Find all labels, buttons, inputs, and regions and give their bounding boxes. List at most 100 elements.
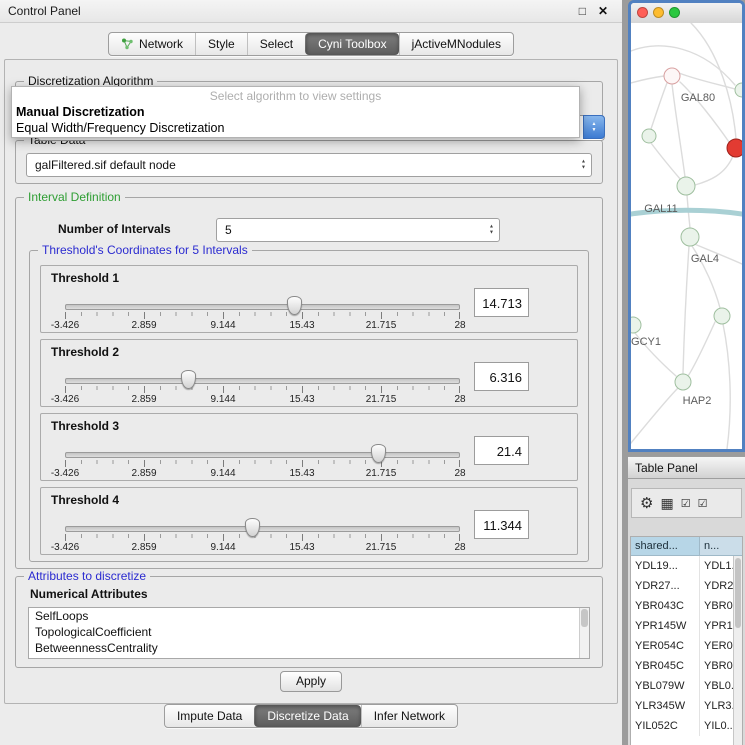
network-edge[interactable] xyxy=(683,246,689,373)
list-scrollbar[interactable] xyxy=(579,608,589,658)
dropdown-option-manual-discretization[interactable]: Manual Discretization xyxy=(12,104,579,120)
tab-select[interactable]: Select xyxy=(247,33,305,55)
scrollbar-thumb[interactable] xyxy=(581,609,588,627)
tab-label: Cyni Toolbox xyxy=(318,37,386,51)
threshold-value-input[interactable]: 11.344 xyxy=(474,510,529,539)
tab-style[interactable]: Style xyxy=(195,33,247,55)
float-window-icon[interactable]: □ xyxy=(579,0,586,22)
table-row[interactable]: YPR145WYPR1... xyxy=(631,616,742,636)
gear-icon[interactable]: ⚙ xyxy=(640,494,653,512)
list-item[interactable]: BetweennessCentrality xyxy=(29,640,589,656)
table-row[interactable]: YBR045CYBR0... xyxy=(631,656,742,676)
table-data-select[interactable]: galFiltered.sif default node ▲▼ xyxy=(26,153,592,177)
table-scrollbar[interactable] xyxy=(733,556,742,745)
network-edge[interactable] xyxy=(631,76,664,83)
table-row[interactable]: YBR043CYBR0... xyxy=(631,596,742,616)
tab-cyni-toolbox[interactable]: Cyni Toolbox xyxy=(305,33,398,55)
slider-thumb[interactable] xyxy=(245,518,260,537)
network-edge[interactable] xyxy=(631,388,678,443)
threshold-label: Threshold 3 xyxy=(51,419,119,433)
list-item[interactable]: TopologicalCoefficient xyxy=(29,624,589,640)
scale-label: 21.715 xyxy=(366,468,397,479)
show-rows-checkbox-icon[interactable]: ☑ xyxy=(698,497,708,510)
network-node-gcy1[interactable] xyxy=(631,317,641,333)
scale-label: -3.426 xyxy=(51,468,79,479)
column-header-shared-name[interactable]: shared... xyxy=(631,537,700,556)
table-row[interactable]: YLR345WYLR3... xyxy=(631,696,742,716)
scale-label: -3.426 xyxy=(51,394,79,405)
table-row[interactable]: YDL19...YDL1... xyxy=(631,556,742,576)
network-node[interactable] xyxy=(642,129,656,143)
network-node-gal4[interactable] xyxy=(681,228,699,246)
network-edge[interactable] xyxy=(651,143,681,180)
threshold-slider[interactable]: -3.4262.8599.14415.4321.71528 xyxy=(65,440,460,480)
network-node[interactable] xyxy=(727,139,742,157)
cell-shared-name: YBR043C xyxy=(631,596,700,616)
list-item[interactable]: SelfLoops xyxy=(29,608,589,624)
network-edge[interactable] xyxy=(723,324,730,449)
scale-label: 28 xyxy=(454,468,465,479)
threshold-slider[interactable]: -3.4262.8599.14415.4321.71528 xyxy=(65,292,460,332)
numerical-attributes-list[interactable]: SelfLoopsTopologicalCoefficientBetweenne… xyxy=(28,607,590,659)
column-header-name[interactable]: n... xyxy=(700,537,742,556)
list-items: SelfLoopsTopologicalCoefficientBetweenne… xyxy=(29,608,589,656)
zoom-window-icon[interactable] xyxy=(669,7,680,18)
threshold-slider[interactable]: -3.4262.8599.14415.4321.71528 xyxy=(65,514,460,554)
close-panel-icon[interactable]: ✕ xyxy=(598,0,608,22)
threshold-slider[interactable]: -3.4262.8599.14415.4321.71528 xyxy=(65,366,460,406)
dropdown-option-equal-width-frequency[interactable]: Equal Width/Frequency Discretization xyxy=(12,120,579,136)
table-row[interactable]: YIL052CYIL0... xyxy=(631,716,742,736)
network-node-hap2[interactable] xyxy=(675,374,691,390)
cell-shared-name: YPR145W xyxy=(631,616,700,636)
tab-discretize-data[interactable]: Discretize Data xyxy=(254,705,360,727)
table-row[interactable]: YDR27...YDR2... xyxy=(631,576,742,596)
slider-track xyxy=(65,304,460,310)
scale-label: 21.715 xyxy=(366,394,397,405)
close-window-icon[interactable] xyxy=(637,7,648,18)
tab-segment-bar: Impute DataDiscretize DataInfer Network xyxy=(164,704,458,728)
scale-label: -3.426 xyxy=(51,542,79,553)
table-panel-title: Table Panel xyxy=(628,456,745,479)
threshold-value-input[interactable]: 14.713 xyxy=(474,288,529,317)
network-edge[interactable] xyxy=(695,156,733,185)
minimize-window-icon[interactable] xyxy=(653,7,664,18)
tab-jactivemnodules[interactable]: jActiveMNodules xyxy=(399,33,513,55)
table-row[interactable]: YER054CYER0... xyxy=(631,636,742,656)
apply-button[interactable]: Apply xyxy=(280,671,342,692)
tab-network[interactable]: Network xyxy=(109,33,195,55)
table-row[interactable]: YBL079WYBL0... xyxy=(631,676,742,696)
scrollbar-thumb[interactable] xyxy=(735,558,741,628)
columns-icon[interactable]: ▦ xyxy=(660,495,673,512)
slider-major-tick xyxy=(302,386,303,393)
show-columns-checkbox-icon[interactable]: ☑ xyxy=(681,497,691,510)
tab-impute-data[interactable]: Impute Data xyxy=(165,705,254,727)
number-of-intervals-select[interactable]: 5 ▲▼ xyxy=(216,218,500,242)
network-edge[interactable] xyxy=(680,82,729,142)
scale-label: 15.43 xyxy=(289,468,314,479)
slider-major-tick xyxy=(459,534,460,541)
network-window-titlebar[interactable] xyxy=(631,3,742,24)
dropdown-placeholder: Select algorithm to view settings xyxy=(12,89,579,104)
network-canvas[interactable]: GAL80GAL11GAL4GCY1HAP2 xyxy=(631,23,742,449)
network-edge[interactable] xyxy=(651,83,667,129)
network-node-gal11[interactable] xyxy=(677,177,695,195)
tab-label: Style xyxy=(208,37,235,51)
node-label-gal11: GAL11 xyxy=(644,203,677,215)
slider-major-tick xyxy=(144,312,145,319)
network-edge[interactable] xyxy=(688,322,715,376)
cell-shared-name: YIL052C xyxy=(631,716,700,736)
network-node[interactable] xyxy=(714,308,730,324)
scale-label: 28 xyxy=(454,320,465,331)
network-node[interactable] xyxy=(735,83,742,97)
threshold-value-input[interactable]: 6.316 xyxy=(474,362,529,391)
threshold-value-input[interactable]: 21.4 xyxy=(474,436,529,465)
scale-label: 9.144 xyxy=(210,394,235,405)
interval-definition-group: Interval Definition Number of Intervals … xyxy=(15,197,603,569)
panel-title: Control Panel xyxy=(8,0,81,22)
slider-major-tick xyxy=(223,312,224,319)
network-graph[interactable]: GAL80GAL11GAL4GCY1HAP2 xyxy=(631,23,742,449)
network-node-gal80[interactable] xyxy=(664,68,680,84)
slider-minor-ticks xyxy=(65,534,460,538)
threshold-4-section: Threshold 4-3.4262.8599.14415.4321.71528… xyxy=(40,487,578,555)
tab-infer-network[interactable]: Infer Network xyxy=(361,705,457,727)
